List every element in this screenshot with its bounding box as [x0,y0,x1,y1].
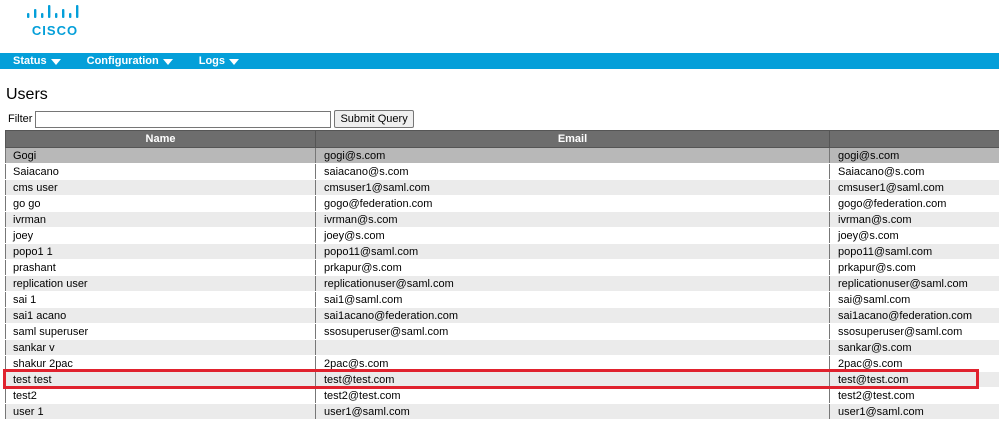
table-row[interactable]: Gogi gogi@s.com gogi@s.com [5,147,999,164]
table-header-row: Name Email [5,130,999,148]
name-cell: popo1 1 [5,243,316,260]
name-cell: test2 [5,387,316,404]
table-row[interactable]: shakur 2pac 2pac@s.com 2pac@s.com [5,355,999,372]
email-cell: popo11@saml.com [315,243,830,260]
column-header-name[interactable]: Name [5,130,316,148]
email-cell: test2@test.com [315,387,830,404]
table-row[interactable]: sai1 acano sai1acano@federation.com sai1ac… [5,307,999,324]
caret-down-icon [162,58,173,65]
name-cell: Gogi [5,147,316,164]
table-row[interactable]: test2 test2@test.com test2@test.com [5,387,999,404]
column-header-third[interactable] [829,130,999,148]
table-row[interactable]: sai 1 sai1@saml.com sai@saml.com [5,291,999,308]
table-row[interactable]: saml superuser ssosuperuser@saml.com ssosu… [5,323,999,340]
email-cell: joey@s.com [315,227,830,244]
filter-input[interactable] [35,110,332,128]
name-cell: ivrman [5,211,316,228]
email-alt-cell: prkapur@s.com [829,259,999,276]
email-alt-cell: replicationuser@saml.com [829,275,999,292]
page-title: Users [6,86,48,103]
email-cell: test@test.com [315,371,830,388]
nav-logs-menu[interactable]: Logs [198,55,240,67]
nav-configuration-menu[interactable]: Configuration [87,55,173,67]
caret-down-icon [50,58,61,65]
table-row[interactable]: joey joey@s.com joey@s.com [5,227,999,244]
name-cell: sankar v [5,339,316,356]
users-table-body: Gogi gogi@s.com gogi@s.com Saiacano saiacano… [5,147,999,420]
email-alt-cell: test@test.com [829,371,999,388]
table-row[interactable]: replication user replicationuser@saml.com… [5,275,999,292]
email-alt-cell: popo11@saml.com [829,243,999,260]
name-cell: shakur 2pac [5,355,316,372]
name-cell: cms user [5,179,316,196]
email-cell [315,339,830,356]
email-cell: gogi@s.com [315,147,830,164]
email-alt-cell: cmsuser1@saml.com [829,179,999,196]
column-header-email[interactable]: Email [315,130,830,148]
email-alt-cell: gogo@federation.com [829,195,999,212]
email-alt-cell: sankar@s.com [829,339,999,356]
email-cell: 2pac@s.com [315,355,830,372]
top-navbar: Status Configuration Logs [0,53,999,69]
table-row[interactable]: user 1 user1@saml.com user1@saml.com [5,403,999,420]
users-table: Name Email Gogi gogi@s.com gogi@s.com Saiac… [5,130,999,420]
cisco-logo: CISCO [24,4,86,38]
table-row[interactable]: popo1 1 popo11@saml.com popo11@saml.com [5,243,999,260]
email-alt-cell: 2pac@s.com [829,355,999,372]
nav-status-label: Status [13,55,47,67]
email-alt-cell: ivrman@s.com [829,211,999,228]
name-cell: sai1 acano [5,307,316,324]
name-cell: go go [5,195,316,212]
caret-down-icon [229,58,240,65]
email-cell: sai1acano@federation.com [315,307,830,324]
email-cell: sai1@saml.com [315,291,830,308]
filter-row: Filter Submit Query [8,110,414,128]
name-cell: joey [5,227,316,244]
email-cell: user1@saml.com [315,403,830,420]
email-alt-cell: joey@s.com [829,227,999,244]
table-row[interactable]: sankar v sankar@s.com [5,339,999,356]
email-alt-cell: ssosuperuser@saml.com [829,323,999,340]
email-cell: cmsuser1@saml.com [315,179,830,196]
filter-label: Filter [8,113,33,125]
email-cell: replicationuser@saml.com [315,275,830,292]
table-row[interactable]: cms user cmsuser1@saml.com cmsuser1@saml.c… [5,179,999,196]
email-alt-cell: Saiacano@s.com [829,163,999,180]
nav-configuration-label: Configuration [86,55,159,67]
email-cell: ssosuperuser@saml.com [315,323,830,340]
cisco-wordmark: CISCO [31,23,79,38]
email-alt-cell: gogi@s.com [829,147,999,164]
name-cell: test test [5,371,316,388]
table-row[interactable]: test test test@test.com test@test.com [5,371,999,388]
cisco-bridge-icon [27,5,79,18]
table-row[interactable]: go go gogo@federation.com gogo@federation.… [5,195,999,212]
email-cell: ivrman@s.com [315,211,830,228]
email-alt-cell: sai1acano@federation.com [829,307,999,324]
nav-status-menu[interactable]: Status [13,55,61,67]
table-row[interactable]: ivrman ivrman@s.com ivrman@s.com [5,211,999,228]
table-row[interactable]: prashant prkapur@s.com prkapur@s.com [5,259,999,276]
name-cell: replication user [5,275,316,292]
email-cell: saiacano@s.com [315,163,830,180]
submit-query-button[interactable]: Submit Query [334,110,414,128]
name-cell: prashant [5,259,316,276]
name-cell: Saiacano [5,163,316,180]
table-row[interactable]: Saiacano saiacano@s.com Saiacano@s.com [5,163,999,180]
email-alt-cell: sai@saml.com [829,291,999,308]
name-cell: sai 1 [5,291,316,308]
name-cell: user 1 [5,403,316,420]
email-alt-cell: user1@saml.com [829,403,999,420]
email-cell: prkapur@s.com [315,259,830,276]
email-cell: gogo@federation.com [315,195,830,212]
email-alt-cell: test2@test.com [829,387,999,404]
nav-logs-label: Logs [198,55,226,67]
name-cell: saml superuser [5,323,316,340]
